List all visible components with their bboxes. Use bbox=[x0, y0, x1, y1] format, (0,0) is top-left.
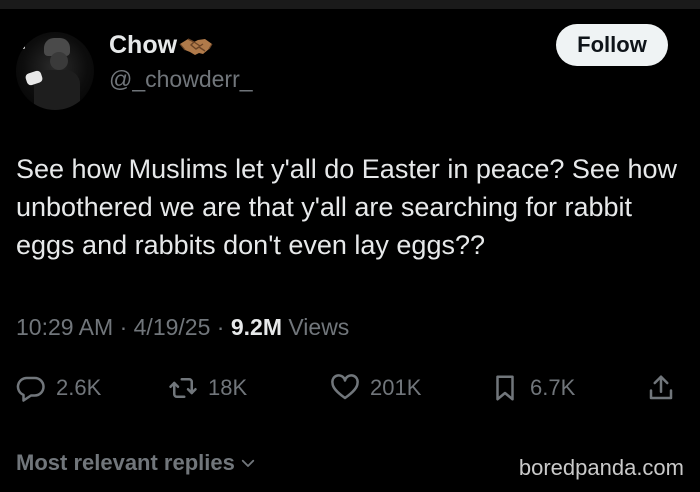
chevron-down-icon bbox=[241, 459, 255, 467]
replies-sort-label: Most relevant replies bbox=[16, 450, 235, 475]
handshake-icon bbox=[179, 35, 213, 57]
replies-sort-dropdown[interactable]: Most relevant replies bbox=[16, 450, 257, 476]
views-count[interactable]: 9.2M bbox=[231, 314, 282, 340]
like-count: 201K bbox=[370, 375, 422, 400]
tweet-meta: 10:29 AM · 4/19/25 · 9.2M Views bbox=[16, 314, 349, 341]
reply-button[interactable]: 2.6K bbox=[16, 370, 101, 406]
views-label: Views bbox=[288, 314, 350, 340]
watermark: boredpanda.com bbox=[518, 455, 684, 480]
action-bar: 2.6K 18K 201K 6.7K bbox=[16, 370, 686, 406]
avatar-detail bbox=[50, 52, 68, 70]
repost-count: 18K bbox=[208, 375, 248, 400]
share-icon bbox=[649, 375, 673, 400]
tweet-text: See how Muslims let y'all do Easter in p… bbox=[16, 154, 677, 260]
repost-icon bbox=[169, 378, 197, 398]
bookmark-icon bbox=[496, 375, 514, 401]
reply-icon bbox=[16, 376, 45, 402]
reply-count: 2.6K bbox=[56, 375, 102, 400]
display-name[interactable]: Chow bbox=[109, 31, 213, 60]
meta-separator: · bbox=[216, 314, 225, 340]
bookmark-count: 6.7K bbox=[530, 375, 576, 400]
follow-button[interactable]: Follow bbox=[556, 24, 668, 66]
user-handle[interactable]: @_chowderr_ bbox=[109, 66, 253, 93]
meta-separator: · bbox=[119, 314, 128, 340]
top-bar bbox=[0, 0, 700, 9]
avatar-detail bbox=[22, 46, 25, 49]
avatar[interactable] bbox=[16, 32, 94, 110]
heart-icon bbox=[331, 374, 359, 400]
tweet-date[interactable]: 4/19/25 bbox=[134, 314, 211, 340]
bookmark-button[interactable]: 6.7K bbox=[490, 370, 575, 406]
tweet-time[interactable]: 10:29 AM bbox=[16, 314, 113, 340]
display-name-text[interactable]: Chow bbox=[109, 31, 177, 60]
like-button[interactable]: 201K bbox=[330, 370, 421, 406]
repost-button[interactable]: 18K bbox=[168, 370, 247, 406]
share-button[interactable] bbox=[646, 370, 676, 406]
